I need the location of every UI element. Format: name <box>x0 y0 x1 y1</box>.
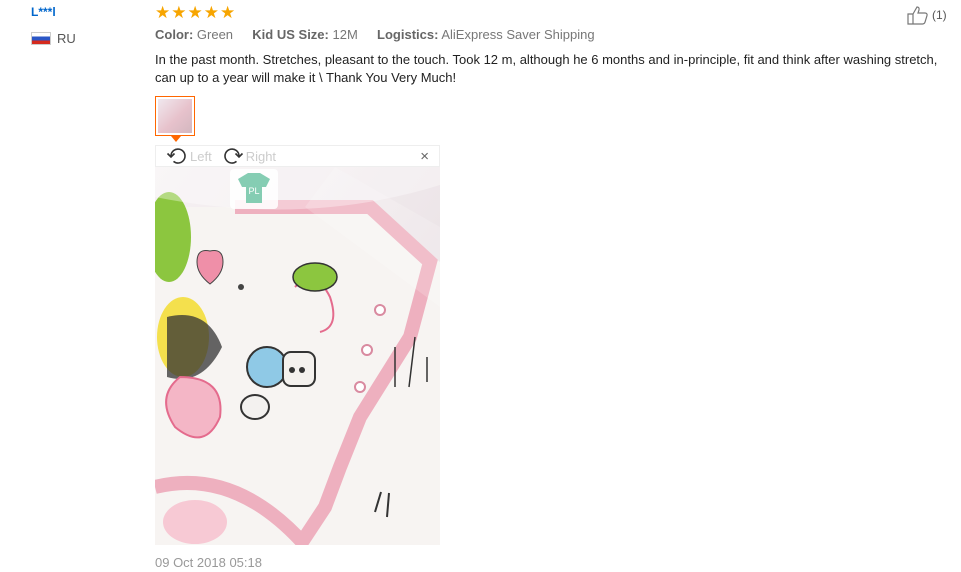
order-attributes: Color: Green Kid US Size: 12M Logistics:… <box>155 27 595 42</box>
close-viewer-button[interactable]: × <box>420 148 429 165</box>
rotate-right-label: Right <box>245 148 277 164</box>
star-rating: ★ ★ ★ ★ ★ <box>155 4 235 21</box>
viewer-toolbar: Left Right × <box>155 145 440 167</box>
size-value: 12M <box>332 27 358 42</box>
star-icon: ★ <box>155 3 171 22</box>
country-code: RU <box>57 31 76 46</box>
star-icon: ★ <box>187 3 203 22</box>
rotate-right-icon <box>223 148 243 164</box>
color-value: Green <box>196 27 234 42</box>
star-icon: ★ <box>171 3 187 22</box>
rotate-right-button[interactable]: Right <box>222 147 276 165</box>
rotate-left-button[interactable]: Left <box>166 147 212 165</box>
review-photo-thumbnail[interactable] <box>155 96 195 136</box>
logistics-value: AliExpress Saver Shipping <box>441 27 595 42</box>
size-label: Kid US Size: <box>252 27 329 42</box>
russia-flag-icon <box>31 32 51 45</box>
helpful-button[interactable]: (1) <box>906 5 947 25</box>
thumbnail-image <box>158 99 192 133</box>
thumbs-up-icon <box>907 6 928 25</box>
rotate-left-label: Left <box>190 148 212 164</box>
star-icon: ★ <box>203 3 219 22</box>
review-photo: PL <box>155 167 440 545</box>
logistics-label: Logistics: <box>377 27 439 42</box>
thumbnail-pointer <box>171 136 181 142</box>
reviewer-country: RU <box>31 31 76 46</box>
review-date: 09 Oct 2018 05:18 <box>155 555 262 570</box>
review-text: In the past month. Stretches, pleasant t… <box>155 52 938 85</box>
reviewer-name[interactable]: L***l <box>31 5 56 19</box>
color-label: Color: <box>155 27 194 42</box>
helpful-count: (1) <box>932 8 947 22</box>
star-icon: ★ <box>220 3 236 22</box>
rotate-left-icon <box>166 148 186 164</box>
photo-viewer: Left Right × PL <box>155 145 440 545</box>
baby-bodysuit-photo: PL <box>155 167 440 545</box>
